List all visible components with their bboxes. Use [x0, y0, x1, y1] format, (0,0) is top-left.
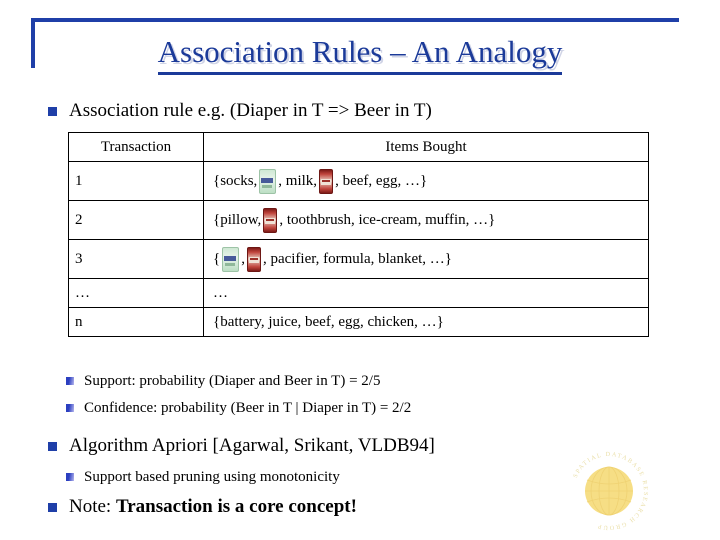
spatial-database-research-group-logo: SPATIAL DATABASE RESEARCH GROUP — [566, 448, 652, 534]
table-row: n {battery, juice, beef, egg, chicken, …} — [68, 307, 649, 337]
beer-icon — [246, 246, 261, 272]
items-text-fragment: , toothbrush, ice-cream, muffin, …} — [279, 211, 496, 228]
bullet-association-rule: Association rule e.g. (Diaper in T => Be… — [48, 98, 432, 123]
table-header-transaction: Transaction — [68, 132, 204, 162]
square-bullet-icon — [48, 503, 57, 512]
beer-icon — [319, 168, 334, 194]
slide-title: Association Rules – An Analogy — [0, 33, 720, 75]
square-bullet-small-icon — [66, 377, 74, 385]
bullet-support-label: Support: probability (Diaper and Beer in… — [84, 373, 381, 389]
bullet-confidence: Confidence: probability (Beer in T | Dia… — [66, 398, 411, 419]
bullet-support: Support: probability (Diaper and Beer in… — [66, 371, 380, 392]
bullet-association-rule-label: Association rule e.g. (Diaper in T => Be… — [69, 100, 432, 121]
transaction-table-body: 1 {socks, , milk, , beef, egg, …} 2 {pillow,,… — [68, 161, 649, 337]
table-row: 1 {socks, , milk, , beef, egg, …} — [68, 161, 649, 201]
frame-top-border — [31, 18, 679, 22]
items-text-fragment: , milk, — [278, 172, 318, 189]
slide-title-text: Association Rules – An Analogy — [157, 33, 563, 75]
items-text-fragment: {socks, — [213, 172, 258, 189]
table-cell-items-bought: {battery, juice, beef, egg, chicken, …} — [203, 307, 649, 337]
bullet-confidence-label: Confidence: probability (Beer in T | Dia… — [84, 400, 412, 416]
diaper-icon — [222, 246, 240, 272]
square-bullet-small-icon — [66, 404, 74, 412]
table-header-row: Transaction Items Bought — [68, 132, 649, 162]
table-cell-items-bought: … — [203, 278, 649, 308]
items-text-fragment: {battery, juice, beef, egg, chicken, …} — [213, 313, 444, 330]
bullet-pruning: Support based pruning using monotonicity — [66, 467, 340, 488]
items-text-fragment: {pillow, — [213, 211, 262, 228]
table-header-items: Items Bought — [203, 132, 649, 162]
table-cell-transaction-id: n — [68, 307, 204, 337]
table-row: 3 { , , pacifier, formula, blanket, …} — [68, 239, 649, 279]
bullet-algorithm-label: Algorithm Apriori [Agarwal, Srikant, VLD… — [69, 435, 435, 456]
table-cell-transaction-id: 3 — [68, 239, 204, 279]
items-text-fragment: … — [213, 284, 228, 301]
table-row: …… — [68, 278, 649, 308]
items-text-fragment: , beef, egg, …} — [335, 172, 428, 189]
items-text-fragment: { — [213, 250, 221, 267]
table-cell-transaction-id: 1 — [68, 161, 204, 201]
table-cell-transaction-id: 2 — [68, 200, 204, 240]
bullet-pruning-label: Support based pruning using monotonicity — [84, 469, 340, 485]
square-bullet-icon — [48, 442, 57, 451]
square-bullet-small-icon — [66, 473, 74, 481]
transaction-table: Transaction Items Bought 1 {socks, , milk,… — [68, 132, 649, 337]
items-text-fragment: , — [241, 250, 245, 267]
diaper-icon — [259, 168, 277, 194]
table-row: 2 {pillow, , toothbrush, ice-cream, muffin… — [68, 200, 649, 240]
table-cell-items-bought: {pillow, , toothbrush, ice-cream, muffin,… — [203, 200, 649, 240]
square-bullet-icon — [48, 107, 57, 116]
bullet-algorithm: Algorithm Apriori [Agarwal, Srikant, VLD… — [48, 433, 435, 458]
table-cell-items-bought: { , , pacifier, formula, blanket, …} — [203, 239, 649, 279]
table-cell-items-bought: {socks, , milk, , beef, egg, …} — [203, 161, 649, 201]
items-text-fragment: , pacifier, formula, blanket, …} — [262, 250, 452, 267]
bullet-note: Note: Transaction is a core concept! — [48, 494, 357, 519]
bullet-note-label: Note: Transaction is a core concept! — [69, 494, 357, 519]
note-prefix: Note: — [69, 496, 116, 517]
note-emphasis: Transaction is a core concept! — [115, 496, 357, 517]
beer-icon — [263, 207, 278, 233]
table-cell-transaction-id: … — [68, 278, 204, 308]
slide-canvas: Association Rules – An Analogy Associati… — [0, 0, 720, 540]
